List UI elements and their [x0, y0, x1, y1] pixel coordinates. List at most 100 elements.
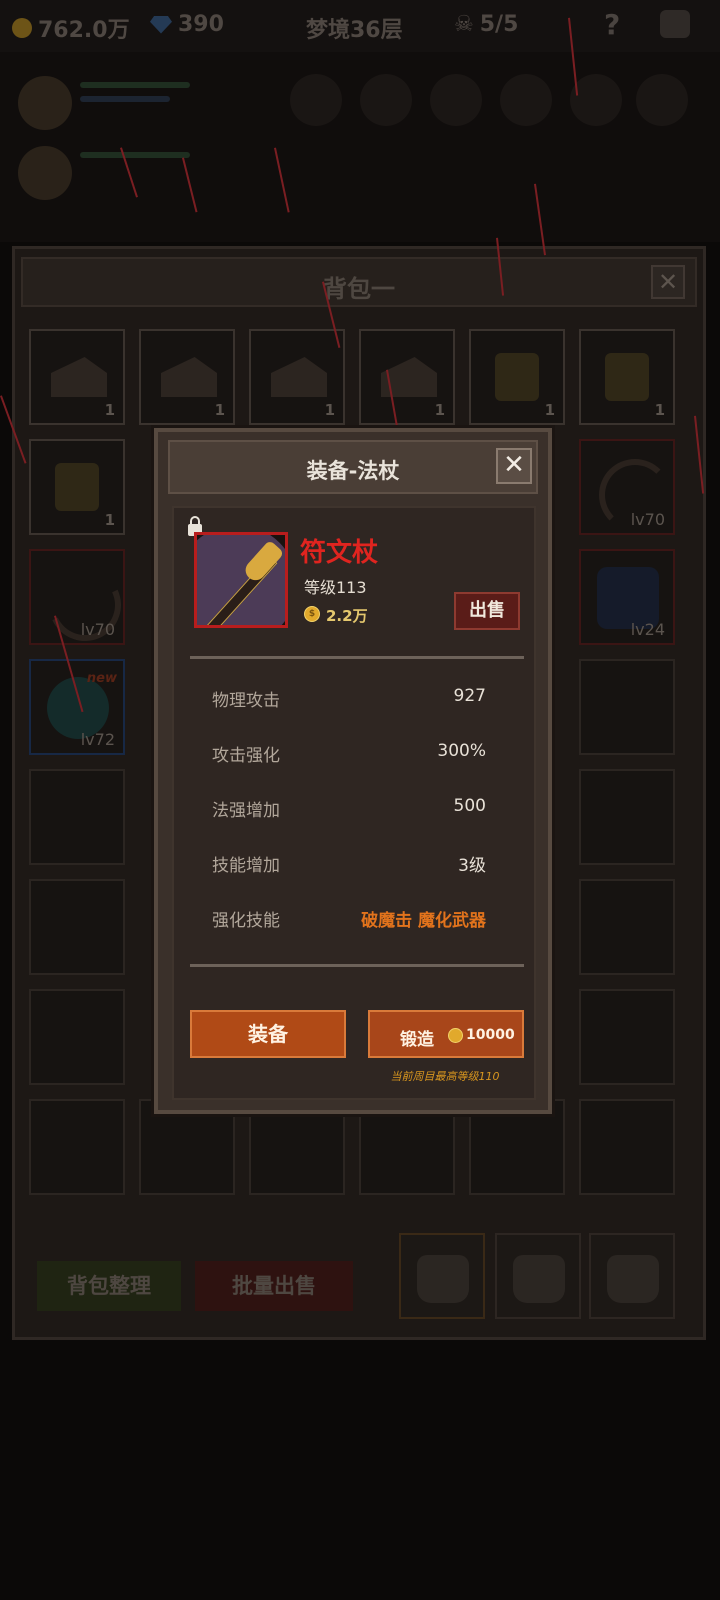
inventory-slot[interactable]: 1 — [29, 439, 125, 535]
gold-coin-icon — [12, 18, 32, 38]
inventory-slot[interactable]: 1 — [579, 329, 675, 425]
bag-icon — [417, 1255, 469, 1303]
item-level: lv70 — [630, 510, 665, 529]
inventory-slot[interactable] — [579, 659, 675, 755]
item-count: 1 — [324, 401, 335, 419]
hero-avatar — [18, 76, 72, 130]
inventory-slot[interactable] — [29, 1099, 125, 1195]
item-price: 2.2万 — [326, 607, 368, 625]
forge-level-note: 当前周目最高等级110 — [390, 1070, 500, 1083]
hero-party-area — [0, 52, 720, 242]
stat-label: 法强增加 — [212, 801, 280, 821]
bag-icon — [513, 1255, 565, 1303]
inventory-slot[interactable] — [29, 769, 125, 865]
gold-counter: 762.0万 — [12, 12, 130, 44]
beer-mug-icon — [495, 353, 539, 401]
skill-slot — [360, 74, 412, 126]
gold-amount: 762.0万 — [38, 18, 130, 43]
divider — [190, 656, 524, 659]
equip-button[interactable]: 装备 — [190, 1010, 346, 1058]
bag-icon — [607, 1255, 659, 1303]
backpack-close-button[interactable]: ✕ — [651, 265, 685, 299]
divider — [190, 964, 524, 967]
stage-text: 梦境36层 — [306, 18, 403, 43]
enhanced-skills: 破魔击 魔化武器 — [361, 911, 486, 931]
help-icon[interactable]: ? — [604, 8, 620, 41]
inventory-slot[interactable] — [29, 879, 125, 975]
item-count: 1 — [214, 401, 225, 419]
key-counter: ☠ 5/5 — [454, 12, 518, 37]
beer-mug-icon — [605, 353, 649, 401]
skill-slot — [636, 74, 688, 126]
cake-icon — [271, 357, 327, 397]
new-badge: new — [86, 671, 117, 686]
forge-label: 锻造 — [400, 1030, 434, 1050]
sell-button[interactable]: 出售 — [454, 592, 520, 630]
hero-mp-bar — [80, 96, 170, 102]
item-level: lv70 — [80, 620, 115, 639]
skill-slot — [570, 74, 622, 126]
inventory-slot[interactable]: 1 — [29, 329, 125, 425]
skill-slot — [430, 74, 482, 126]
diamond-icon — [150, 15, 172, 34]
skill-slot — [290, 74, 342, 126]
inventory-slot[interactable]: lv70 — [579, 439, 675, 535]
bag-tab-1[interactable] — [399, 1233, 485, 1319]
item-level: lv72 — [80, 730, 115, 749]
home-icon[interactable] — [660, 10, 690, 38]
gem-counter: 390 — [150, 12, 224, 37]
forge-cost: 10000 — [466, 1027, 515, 1043]
inventory-slot[interactable]: lv70 — [29, 549, 132, 652]
inventory-slot[interactable]: 1 — [139, 329, 235, 425]
cake-icon — [161, 357, 217, 397]
hero-avatar — [18, 146, 72, 200]
beer-mug-icon — [55, 463, 99, 511]
dialog-title: 装备-法杖 — [306, 459, 400, 483]
inventory-slot[interactable] — [579, 989, 675, 1085]
backpack-title: 背包一 — [323, 275, 395, 303]
stat-label: 强化技能 — [212, 911, 280, 931]
cake-icon — [51, 357, 107, 397]
item-name: 符文杖 — [300, 538, 379, 568]
item-count: 1 — [434, 401, 445, 419]
sort-backpack-button[interactable]: 背包整理 — [37, 1261, 181, 1311]
stat-label: 攻击强化 — [212, 746, 280, 766]
stat-value: 500 — [453, 796, 486, 816]
stat-label: 物理攻击 — [212, 691, 280, 711]
stat-label: 技能增加 — [212, 856, 280, 876]
bag-tab-2[interactable] — [495, 1233, 581, 1319]
inventory-slot[interactable] — [579, 879, 675, 975]
hero-hp-bar — [80, 82, 190, 88]
inventory-slot[interactable]: new lv72 — [29, 659, 125, 755]
inventory-slot[interactable]: lv24 — [579, 549, 675, 645]
bag-tab-3[interactable] — [589, 1233, 675, 1319]
stat-value: 3级 — [458, 856, 486, 876]
inventory-slot[interactable]: 1 — [249, 329, 345, 425]
item-count: 1 — [104, 511, 115, 529]
inventory-slot[interactable] — [579, 769, 675, 865]
skill-slot — [500, 74, 552, 126]
inventory-slot[interactable]: 1 — [469, 329, 565, 425]
item-level: 等级113 — [304, 578, 367, 597]
item-level: lv24 — [630, 620, 665, 639]
hero-hp-bar — [80, 152, 190, 158]
item-count: 1 — [544, 401, 555, 419]
skull-icon: ☠ — [454, 12, 474, 37]
gold-coin-icon: $ — [304, 606, 320, 622]
dialog-close-button[interactable]: ✕ — [496, 448, 532, 484]
bulk-sell-button[interactable]: 批量出售 — [195, 1261, 353, 1311]
inventory-slot[interactable] — [579, 1099, 675, 1195]
item-count: 1 — [104, 401, 115, 419]
stage-label: 梦境36层 — [306, 12, 403, 44]
key-amount: 5/5 — [479, 12, 519, 37]
inventory-slot[interactable]: 1 — [359, 329, 455, 425]
stat-value: 300% — [437, 741, 486, 761]
dialog-title-bar: 装备-法杖 — [168, 440, 538, 494]
forge-button[interactable]: 锻造 10000 — [368, 1010, 524, 1058]
equipment-dialog: 装备-法杖 ✕ 符文杖 等级113 $ 2.2万 出售 物理攻击 927 攻击强… — [154, 428, 552, 1114]
top-status-bar: 762.0万 390 梦境36层 ☠ 5/5 ? — [0, 0, 720, 52]
stat-value: 927 — [453, 686, 486, 706]
inventory-slot[interactable] — [29, 989, 125, 1085]
backpack-title-bar: 背包一 ✕ — [21, 257, 697, 307]
gem-amount: 390 — [178, 12, 224, 37]
